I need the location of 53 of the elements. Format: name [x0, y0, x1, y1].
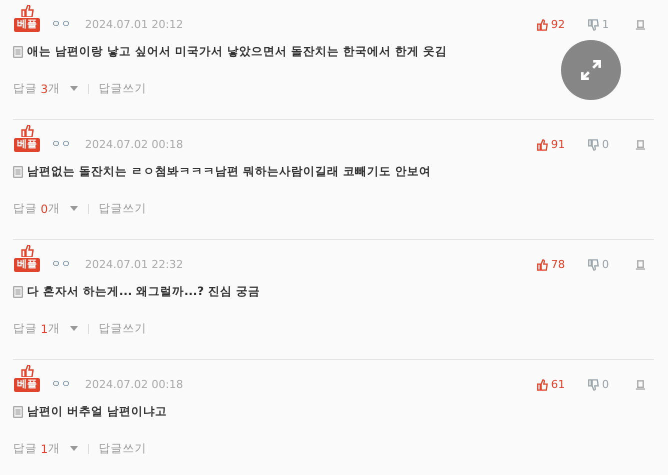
thumbs-down-icon	[587, 139, 599, 151]
like-button[interactable]: 91	[536, 138, 565, 152]
thumbs-up-icon	[536, 259, 548, 271]
best-badge: 베플	[14, 258, 40, 272]
thumbs-up-icon	[20, 125, 34, 137]
best-badge: 베플	[14, 378, 40, 392]
like-button[interactable]: 92	[536, 18, 565, 32]
expand-icon	[578, 57, 604, 83]
caret-icon	[70, 206, 78, 211]
thumbs-down-icon	[587, 19, 599, 31]
author-name: ㅇㅇ	[51, 378, 71, 392]
memo-icon	[13, 46, 23, 58]
dislike-button[interactable]: 0	[587, 378, 609, 392]
comment-text: 남편없는 돌잔치는 ㄹㅇ첨봐ㅋㅋㅋ남편 뭐하는사람이길래 코빼기도 안보여	[27, 164, 432, 179]
like-button[interactable]: 61	[536, 378, 565, 392]
thumbs-down-icon	[587, 259, 599, 271]
thumbs-down-icon	[587, 379, 599, 391]
memo-icon	[13, 166, 23, 178]
thumbs-up-icon	[20, 365, 34, 377]
comment-date: 2024.07.02 00:18	[85, 378, 184, 392]
thumbs-up-icon	[536, 19, 548, 31]
comment-text: 남편이 버추얼 남편이냐고	[27, 404, 168, 419]
caret-icon	[70, 446, 78, 451]
dislike-button[interactable]: 1	[587, 18, 609, 32]
comment-text: 다 혼자서 하는게... 왜그럴까...? 진심 궁금	[27, 284, 260, 299]
replies-toggle[interactable]: 답글 1개	[13, 441, 78, 456]
caret-icon	[70, 326, 78, 331]
write-reply-link[interactable]: 답글쓰기	[98, 201, 147, 216]
memo-icon	[13, 286, 23, 298]
comment-date: 2024.07.01 22:32	[85, 258, 184, 272]
dislike-button[interactable]: 0	[587, 138, 609, 152]
replies-toggle[interactable]: 답글 1개	[13, 321, 78, 336]
author-name: ㅇㅇ	[51, 138, 71, 152]
thumbs-up-icon	[536, 139, 548, 151]
comment-date: 2024.07.02 00:18	[85, 138, 184, 152]
memo-icon	[13, 406, 23, 418]
best-badge: 베플	[14, 18, 40, 32]
write-reply-link[interactable]: 답글쓰기	[98, 81, 147, 96]
thumbs-up-icon	[536, 379, 548, 391]
write-reply-link[interactable]: 답글쓰기	[98, 321, 147, 336]
thumbs-up-icon	[20, 245, 34, 257]
like-button[interactable]: 78	[536, 258, 565, 272]
best-badge: 베플	[14, 138, 40, 152]
comment-date: 2024.07.01 20:12	[85, 18, 184, 32]
thumbs-up-icon	[20, 5, 34, 17]
caret-icon	[70, 86, 78, 91]
author-name: ㅇㅇ	[51, 18, 71, 32]
author-name: ㅇㅇ	[51, 258, 71, 272]
write-reply-link[interactable]: 답글쓰기	[98, 441, 147, 456]
comment-text: 애는 남편이랑 낳고 싶어서 미국가서 낳았으면서 돌잔치는 한국에서 한게 웃김	[27, 44, 448, 59]
dislike-button[interactable]: 0	[587, 258, 609, 272]
replies-toggle[interactable]: 답글 0개	[13, 201, 78, 216]
replies-toggle[interactable]: 답글 3개	[13, 81, 78, 96]
